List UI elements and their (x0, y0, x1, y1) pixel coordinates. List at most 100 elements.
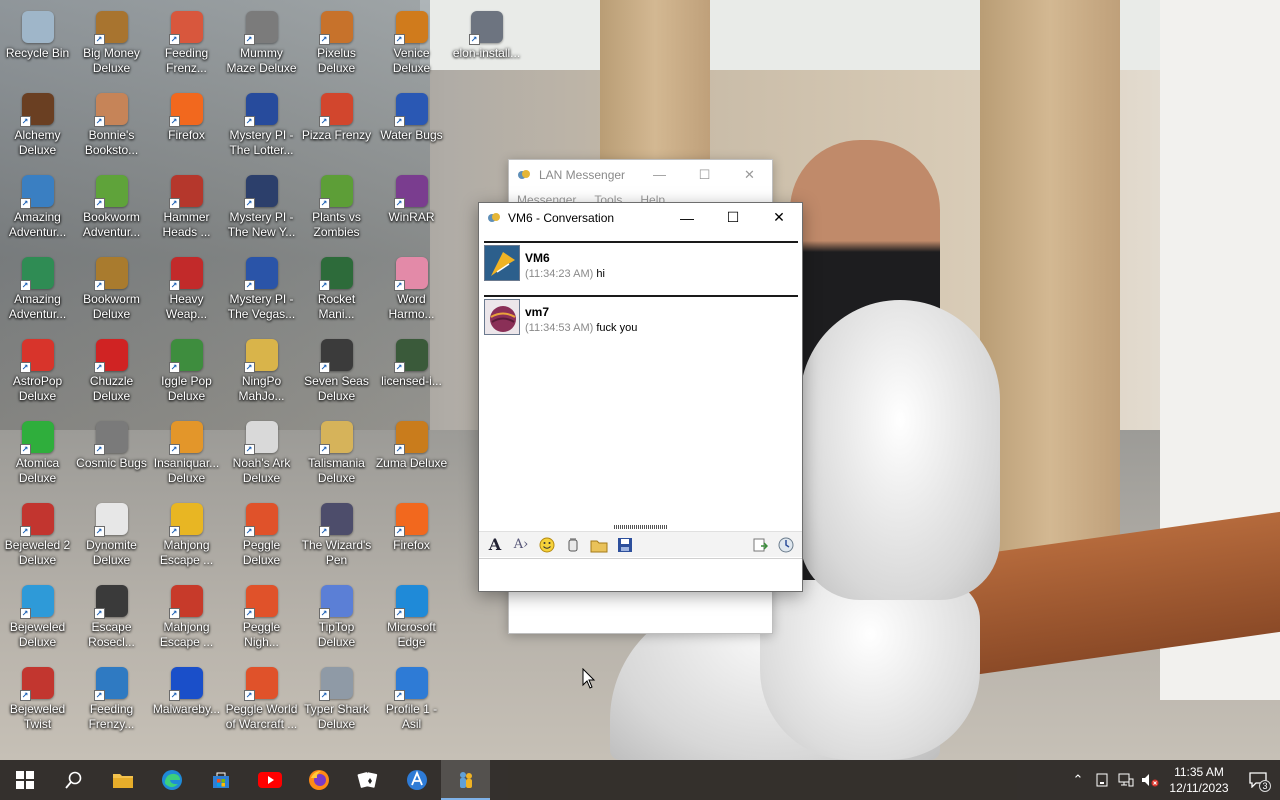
desktop-icon[interactable]: ↗ Peggle Nigh... (224, 579, 299, 659)
transfers-icon[interactable] (776, 535, 796, 555)
desktop-icon[interactable]: ↗ Bookworm Deluxe (74, 251, 149, 331)
desktop-icon[interactable]: ↗ Zuma Deluxe (374, 415, 449, 495)
desktop-icon[interactable]: ↗ Typer Shark Deluxe (299, 661, 374, 741)
desktop-icon[interactable]: ↗ licensed-i... (374, 333, 449, 413)
edge-button[interactable] (147, 760, 196, 800)
desktop-icon[interactable]: ↗ Bejeweled Twist (0, 661, 75, 741)
desktop-icon[interactable]: ↗ Amazing Adventur... (0, 169, 75, 249)
desktop-icon[interactable]: ↗ Iggle Pop Deluxe (149, 333, 224, 413)
desktop-icon[interactable]: ↗ Bonnie's Booksto... (74, 87, 149, 167)
lan-messenger-titlebar[interactable]: LAN Messenger — ☐ ✕ (509, 160, 772, 189)
desktop-icon[interactable]: ↗ elon-install... (449, 5, 524, 85)
desktop-icon-label: Mystery PI - The Vegas... (227, 292, 296, 321)
profile-button[interactable] (392, 760, 441, 800)
desktop-icon[interactable]: ↗ Bookworm Adventur... (74, 169, 149, 249)
desktop-icon[interactable]: ↗ Mystery PI - The New Y... (224, 169, 299, 249)
show-hidden-icons-chevron-icon[interactable]: ⌃ (1066, 760, 1090, 800)
desktop-icon[interactable]: ↗ NingPo MahJo... (224, 333, 299, 413)
desktop-icon[interactable]: ↗ Mummy Maze Deluxe (224, 5, 299, 85)
desktop-icon[interactable]: ↗ Mahjong Escape ... (149, 497, 224, 577)
desktop-icon[interactable]: ↗ Profile 1 - Asil (374, 661, 449, 741)
desktop-icon[interactable]: ↗ Bejeweled Deluxe (0, 579, 75, 659)
desktop-icon[interactable]: ↗ Mystery PI - The Lotter... (224, 87, 299, 167)
desktop-icon[interactable]: ↗ Amazing Adventur... (0, 251, 75, 331)
conversation-window[interactable]: VM6 - Conversation — ☐ ✕ VM6 (11:34:23 A… (478, 202, 803, 592)
rocket-mania-icon: ↗ (318, 257, 353, 291)
desktop-icon[interactable]: Recycle Bin (0, 5, 75, 85)
desktop-icon[interactable]: ↗ Pizza Frenzy (299, 87, 374, 167)
desktop-icon[interactable]: ↗ Alchemy Deluxe (0, 87, 75, 167)
shortcut-arrow-icon: ↗ (243, 280, 255, 291)
desktop-icon[interactable]: ↗ Cosmic Bugs (74, 415, 149, 495)
file-explorer-button[interactable] (98, 760, 147, 800)
send-file-icon[interactable] (589, 535, 609, 555)
desktop-icon[interactable]: ↗ TipTop Deluxe (299, 579, 374, 659)
solitaire-button[interactable] (343, 760, 392, 800)
volume-muted-icon[interactable] (1138, 760, 1162, 800)
minimize-button[interactable]: — (664, 203, 710, 232)
nudge-icon[interactable] (563, 535, 583, 555)
desktop-icon[interactable]: ↗ AstroPop Deluxe (0, 333, 75, 413)
desktop-icon[interactable]: ↗ Feeding Frenz... (149, 5, 224, 85)
desktop-icon[interactable]: ↗ Big Money Deluxe (74, 5, 149, 85)
lan-messenger-taskbar-button[interactable] (441, 760, 490, 800)
cosmic-bugs-icon: ↗ (93, 421, 128, 455)
splitter-handle[interactable] (614, 525, 668, 529)
message-input[interactable] (479, 558, 802, 591)
desktop-icon[interactable]: ↗ Mystery PI - The Vegas... (224, 251, 299, 331)
desktop-icon[interactable]: ↗ Pixelus Deluxe (299, 5, 374, 85)
font-color-icon[interactable]: A› (511, 535, 531, 555)
desktop-icon[interactable]: ↗ Word Harmo... (374, 251, 449, 331)
desktop-icon[interactable]: ↗ Firefox (374, 497, 449, 577)
shortcut-arrow-icon: ↗ (93, 116, 105, 127)
youtube-button[interactable] (245, 760, 294, 800)
maximize-button[interactable]: ☐ (710, 203, 756, 232)
desktop-icon[interactable]: ↗ Talismania Deluxe (299, 415, 374, 495)
close-button[interactable]: ✕ (756, 203, 802, 232)
emoticon-icon[interactable] (537, 535, 557, 555)
desktop-icon[interactable]: ↗ Dynomite Deluxe (74, 497, 149, 577)
desktop-icon[interactable]: ↗ Peggle Deluxe (224, 497, 299, 577)
desktop-icon[interactable]: ↗ Microsoft Edge (374, 579, 449, 659)
desktop-icon[interactable]: ↗ Seven Seas Deluxe (299, 333, 374, 413)
close-button[interactable]: ✕ (727, 160, 772, 189)
maximize-button[interactable]: ☐ (682, 160, 727, 189)
desktop-icon[interactable]: ↗ Escape Rosecl... (74, 579, 149, 659)
desktop-icon[interactable]: ↗ Malwareby... (149, 661, 224, 741)
start-button[interactable] (0, 760, 49, 800)
minimize-button[interactable]: — (637, 160, 682, 189)
desktop-icon[interactable]: ↗ Firefox (149, 87, 224, 167)
desktop-icon[interactable]: ↗ WinRAR (374, 169, 449, 249)
desktop-icon[interactable]: ↗ The Wizard's Pen (299, 497, 374, 577)
desktop-icon[interactable]: ↗ Water Bugs (374, 87, 449, 167)
desktop-icon-label: The Wizard's Pen (301, 538, 372, 567)
desktop-icon[interactable]: ↗ Insaniquar... Deluxe (149, 415, 224, 495)
desktop-icon[interactable]: ↗ Peggle World of Warcraft ... (224, 661, 299, 741)
store-button[interactable] (196, 760, 245, 800)
search-icon (64, 771, 81, 789)
shortcut-arrow-icon: ↗ (318, 608, 330, 619)
font-icon[interactable]: A (485, 535, 505, 555)
conversation-titlebar[interactable]: VM6 - Conversation — ☐ ✕ (479, 203, 802, 232)
desktop-icon[interactable]: ↗ Noah's Ark Deluxe (224, 415, 299, 495)
message-history[interactable]: VM6 (11:34:23 AM) hi vm7 (11:34:53 AM) f… (484, 241, 798, 521)
desktop-icon[interactable]: ↗ Venice Deluxe (374, 5, 449, 85)
action-center-button[interactable]: 3 (1236, 760, 1280, 800)
shortcut-arrow-icon: ↗ (168, 198, 180, 209)
desktop-icon[interactable]: ↗ Mahjong Escape ... (149, 579, 224, 659)
firefox-button[interactable] (294, 760, 343, 800)
desktop-icon[interactable]: ↗ Chuzzle Deluxe (74, 333, 149, 413)
search-button[interactable] (49, 760, 98, 800)
desktop-icon[interactable]: ↗ Heavy Weap... (149, 251, 224, 331)
desktop-icon[interactable]: ↗ Feeding Frenzy... (74, 661, 149, 741)
history-icon[interactable] (750, 535, 770, 555)
device-icon[interactable] (1090, 760, 1114, 800)
desktop-icon[interactable]: ↗ Hammer Heads ... (149, 169, 224, 249)
clock[interactable]: 11:35 AM 12/11/2023 (1162, 764, 1236, 796)
desktop-icon[interactable]: ↗ Plants vs Zombies (299, 169, 374, 249)
desktop-icon[interactable]: ↗ Atomica Deluxe (0, 415, 75, 495)
save-icon[interactable] (615, 535, 635, 555)
desktop-icon[interactable]: ↗ Bejeweled 2 Deluxe (0, 497, 75, 577)
desktop-icon[interactable]: ↗ Rocket Mani... (299, 251, 374, 331)
network-icon[interactable] (1114, 760, 1138, 800)
